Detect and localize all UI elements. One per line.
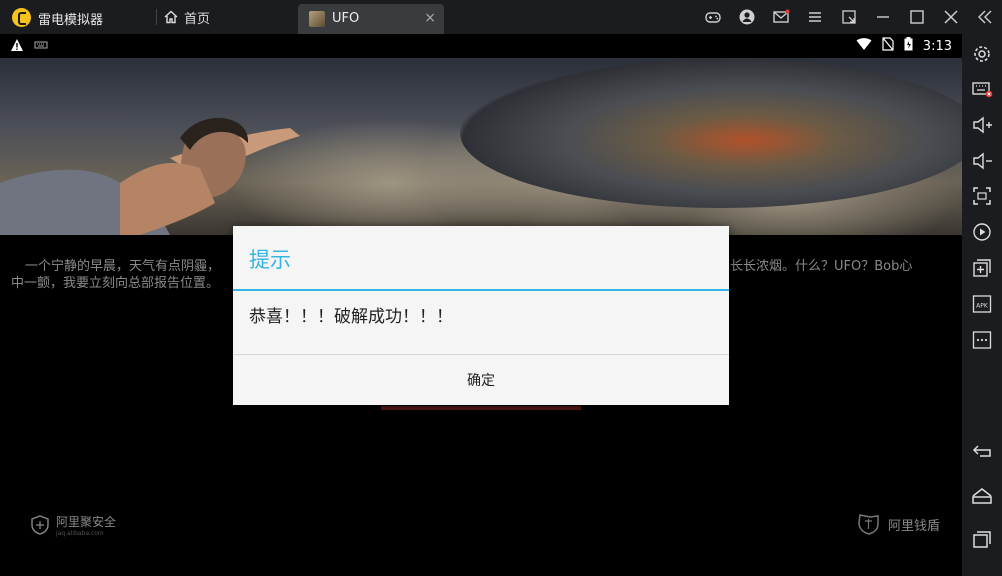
- warning-icon: [10, 38, 24, 55]
- wifi-icon: [856, 37, 872, 55]
- emulator-window: 雷电模拟器 首页 UFO × 3:13 APK 一个宁静的早晨，天气有点阴霾， …: [0, 0, 1002, 576]
- dialog-title: 提示: [249, 248, 291, 272]
- ufo-app-icon: [309, 11, 325, 27]
- gamepad-icon[interactable]: [696, 0, 730, 34]
- mail-icon[interactable]: [764, 0, 798, 34]
- emulator-sidebar: APK: [962, 34, 1002, 576]
- record-icon[interactable]: [970, 220, 994, 244]
- ufo-banner-image: [0, 58, 962, 235]
- close-icon[interactable]: [934, 0, 968, 34]
- apk-install-icon[interactable]: APK: [970, 292, 994, 316]
- more-icon[interactable]: [970, 328, 994, 352]
- ldplayer-logo-icon: [12, 8, 31, 27]
- menu-icon[interactable]: [798, 0, 832, 34]
- alert-dialog: 提示 恭喜！！！破解成功！！！ 确定: [233, 226, 729, 405]
- battery-icon: [904, 37, 913, 55]
- tab-separator: [156, 9, 157, 25]
- tab-home[interactable]: 首页: [164, 8, 211, 27]
- story-line-1-end: 随着长长浓烟。什么？UFO？Bob心: [704, 259, 913, 274]
- minimize-icon[interactable]: [866, 0, 900, 34]
- window-controls: [696, 0, 1002, 34]
- add-app-icon[interactable]: [970, 256, 994, 280]
- settings-icon[interactable]: [970, 42, 994, 66]
- collapse-sidebar-icon[interactable]: [968, 0, 1002, 34]
- progress-underline: [381, 406, 581, 410]
- maximize-icon[interactable]: [900, 0, 934, 34]
- brand-left-text: 阿里聚安全: [56, 515, 117, 529]
- fullscreen-icon[interactable]: [970, 184, 994, 208]
- qiandun-shield-icon: [858, 514, 879, 535]
- volume-up-icon[interactable]: [970, 113, 994, 137]
- tab-home-label: 首页: [184, 11, 211, 27]
- keymap-icon[interactable]: [970, 77, 994, 101]
- brand-right-text: 阿里钱盾: [888, 518, 941, 534]
- title-bar: 雷电模拟器 首页 UFO ×: [0, 0, 1002, 34]
- tab-close-icon[interactable]: ×: [424, 10, 436, 26]
- home-icon: [164, 10, 178, 24]
- back-icon[interactable]: [970, 439, 994, 463]
- ali-qiandun-logo: 阿里钱盾: [856, 513, 940, 535]
- ufo-disc: [460, 58, 962, 208]
- person-silhouette: [0, 117, 300, 235]
- apk-label: APK: [976, 303, 989, 310]
- story-line-1-start: 一个宁静的早晨，天气有点阴霾，: [25, 259, 221, 274]
- keyboard-icon: [34, 38, 48, 55]
- user-icon[interactable]: [730, 0, 764, 34]
- tab-ufo-label: UFO: [332, 11, 360, 26]
- android-status-bar: 3:13: [0, 34, 962, 58]
- brand-left-subtext: jaq.alibaba.com: [56, 530, 104, 537]
- home-icon[interactable]: [970, 484, 994, 508]
- dialog-message: 恭喜！！！破解成功！！！: [249, 307, 453, 327]
- clock: 3:13: [922, 38, 952, 54]
- volume-down-icon[interactable]: [970, 149, 994, 173]
- no-sim-icon: [882, 37, 894, 55]
- aliju-security-logo: 阿里聚安全 jaq.alibaba.com: [30, 513, 116, 537]
- shield-icon: [31, 515, 49, 535]
- dialog-title-divider: [233, 289, 729, 291]
- app-title: 雷电模拟器: [38, 13, 104, 28]
- tab-ufo[interactable]: UFO ×: [298, 4, 444, 34]
- recent-apps-icon[interactable]: [970, 527, 994, 551]
- shrink-icon[interactable]: [832, 0, 866, 34]
- confirm-button[interactable]: 确定: [233, 355, 729, 405]
